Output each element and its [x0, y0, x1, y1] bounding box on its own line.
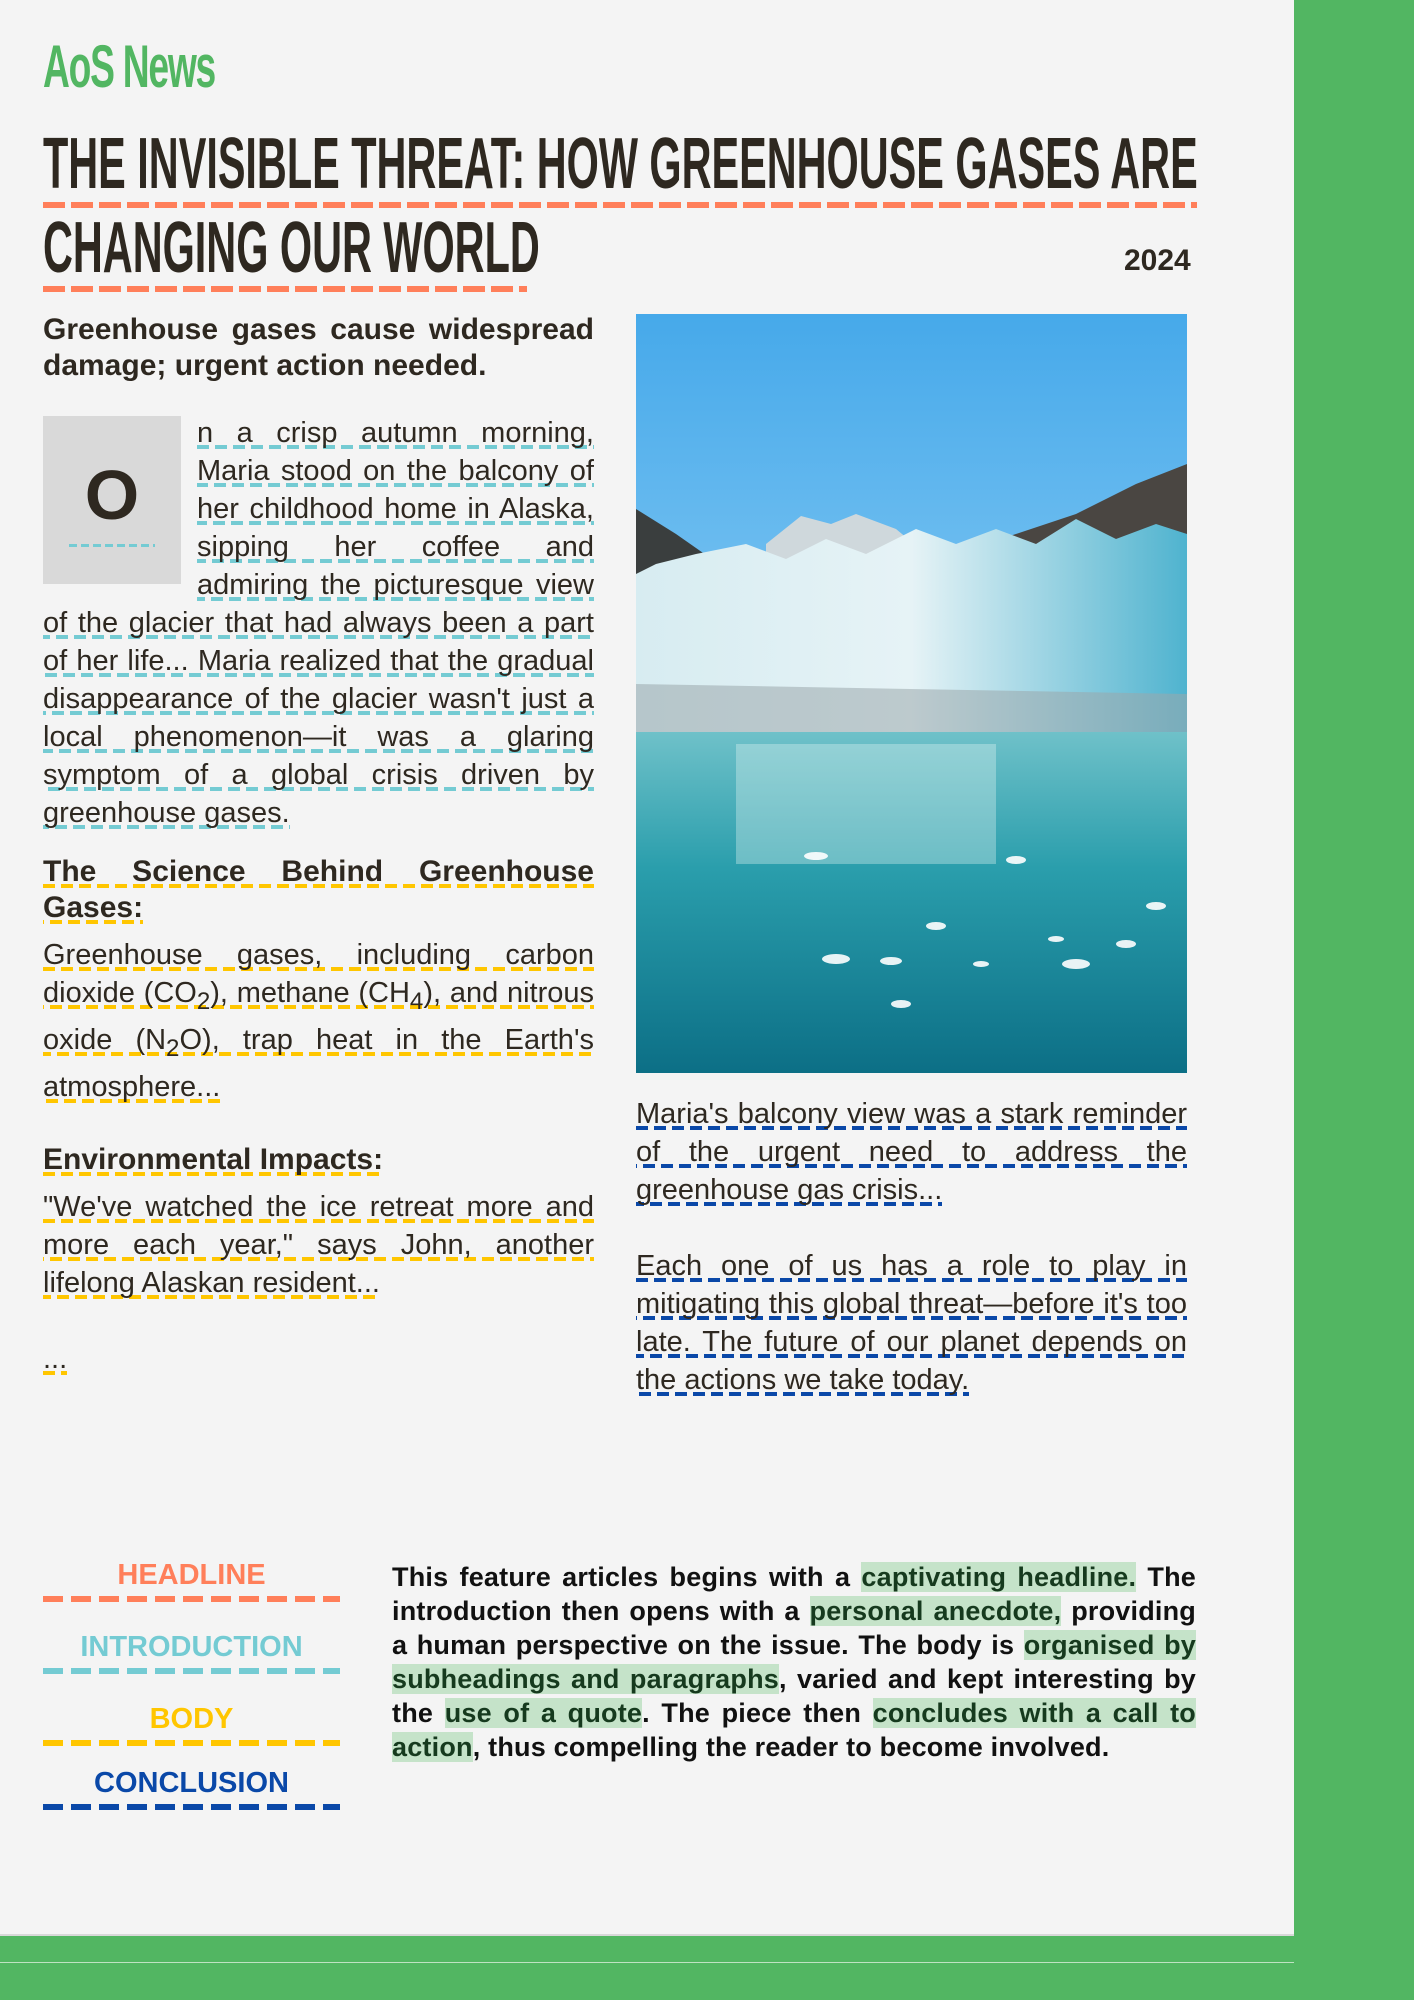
introduction: O n a crisp autumn morning, Maria stood …	[43, 414, 594, 832]
highlight-headline: captivating headline.	[861, 1562, 1137, 1592]
structure-legend: HEADLINE INTRODUCTION BODY CONCLUSION	[43, 1556, 340, 1836]
ellipsis: ...	[43, 1342, 68, 1375]
headline: THE INVISIBLE THREAT: HOW GREENHOUSE GAS…	[43, 124, 1198, 296]
body-paragraph-science: Greenhouse gases, including carbon dioxi…	[43, 939, 595, 1103]
drop-cap: O	[43, 416, 181, 584]
brand-logo: AoS News	[43, 33, 216, 100]
quote-paragraph: "We've watched the ice retreat more and …	[43, 1190, 594, 1299]
right-column: Maria's balcony view was a stark reminde…	[636, 314, 1187, 1399]
conclusion-paragraph-2: Each one of us has a role to play in mit…	[636, 1250, 1187, 1396]
legend-introduction: INTRODUCTION	[43, 1628, 340, 1700]
highlight-quote: use of a quote	[444, 1698, 643, 1728]
conclusion-paragraph-1: Maria's balcony view was a stark reminde…	[636, 1098, 1187, 1206]
drop-cap-underline	[69, 544, 155, 547]
subheading-science: The Science Behind Greenhouse Gases:	[43, 855, 594, 924]
article-page: AoS News THE INVISIBLE THREAT: HOW GREEN…	[0, 0, 1294, 1936]
structure-summary: This feature articles begins with a capt…	[392, 1562, 1197, 1762]
highlight-anecdote: personal anecdote,	[809, 1596, 1062, 1626]
footer-divider	[0, 1962, 1294, 1963]
left-column: Greenhouse gases cause widespread damage…	[43, 312, 595, 1378]
legend-conclusion: CONCLUSION	[43, 1764, 340, 1836]
headline-line-2: CHANGING OUR WORLD	[43, 208, 540, 288]
legend-headline: HEADLINE	[43, 1556, 340, 1628]
standfirst: Greenhouse gases cause widespread damage…	[43, 313, 594, 382]
headline-line-1: THE INVISIBLE THREAT: HOW GREENHOUSE GAS…	[43, 124, 1198, 204]
glacier-photo	[636, 314, 1187, 1073]
subheading-impacts: Environmental Impacts:	[43, 1142, 384, 1176]
year: 2024	[1124, 244, 1191, 277]
legend-body: BODY	[43, 1700, 340, 1764]
